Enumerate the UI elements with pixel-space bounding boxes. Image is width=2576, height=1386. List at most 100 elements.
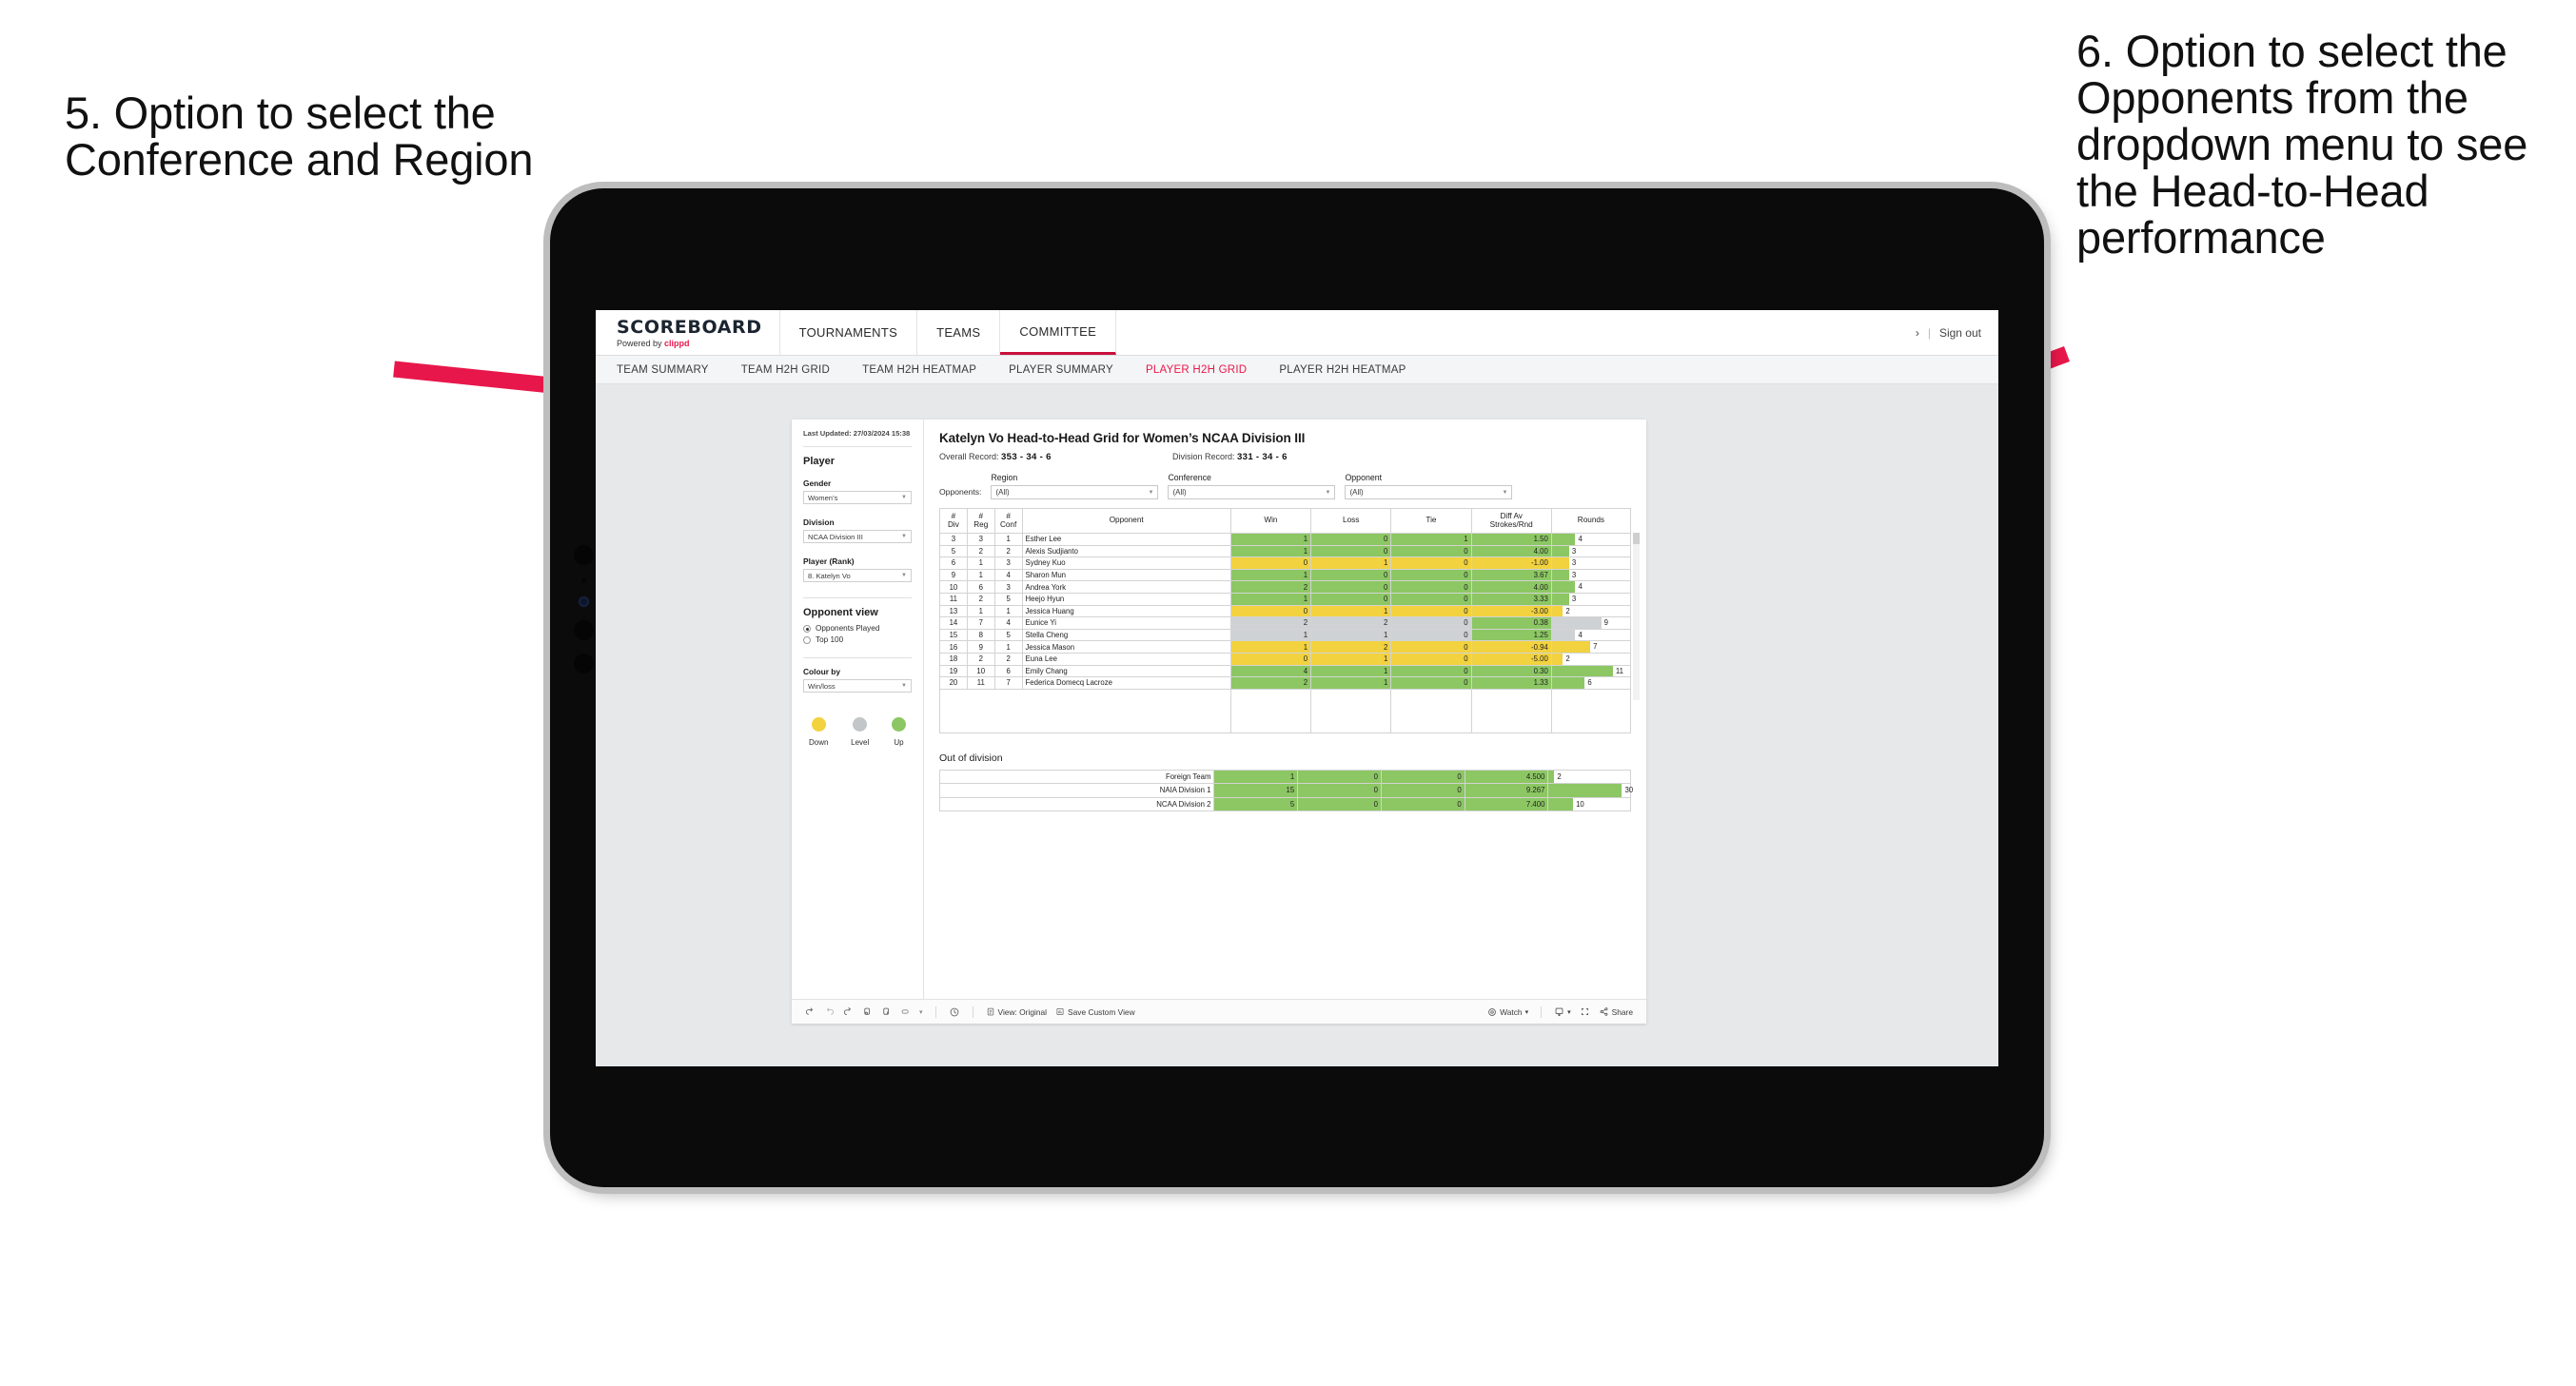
cell-opponent: Emily Chang	[1021, 664, 1231, 678]
alerts-icon[interactable]	[900, 1006, 911, 1017]
chevron-right-icon[interactable]: ›	[1916, 326, 1919, 340]
cell-opponent: Euna Lee	[1021, 652, 1231, 666]
watch-icon	[1488, 1007, 1497, 1016]
table-vertical-scrollbar[interactable]	[1633, 533, 1640, 700]
visualization-card: Last Updated: 27/03/2024 15:38 Player Ge…	[792, 420, 1646, 1024]
table-row[interactable]: 5 2 2 Alexis Sudjianto 1 0 0 4.00 3	[939, 544, 1632, 558]
subnav-item-player-summary[interactable]: PLAYER SUMMARY	[1009, 364, 1113, 376]
table-row[interactable]: 3 3 1 Esther Lee 1 0 1 1.50 4	[939, 533, 1632, 546]
col-loss: Loss	[1310, 508, 1392, 534]
cell-tie: 0	[1390, 604, 1472, 618]
table-row[interactable]: 19 10 6 Emily Chang 4 1 0 0.30 11	[939, 664, 1632, 678]
refresh-icon[interactable]	[862, 1006, 873, 1017]
table-row[interactable]: 20 11 7 Federica Domecq Lacroze 2 1 0 1.33 6	[939, 676, 1632, 690]
table-row[interactable]: 9 1 4 Sharon Mun 1 0 0 3.67 3	[939, 568, 1632, 582]
cell-opponent: Sydney Kuo	[1021, 556, 1231, 570]
table-row[interactable]: 6 1 3 Sydney Kuo 0 1 0 -1.00 3	[939, 556, 1632, 570]
radio-top-100[interactable]: Top 100	[803, 635, 912, 644]
download-button[interactable]: ▾	[1554, 1006, 1571, 1017]
table-row[interactable]: 10 6 3 Andrea York 2 0 0 4.00 4	[939, 580, 1632, 594]
cell-loss: 1	[1310, 556, 1392, 570]
cell-loss: 1	[1310, 652, 1392, 666]
cell-win: 0	[1229, 556, 1312, 570]
view-original-button[interactable]: View: Original	[986, 1006, 1047, 1017]
opponent-filter-select[interactable]: (All) ▼	[1345, 485, 1513, 499]
subnav-item-team-summary[interactable]: TEAM SUMMARY	[617, 364, 709, 376]
cell-rounds: 11	[1550, 664, 1632, 678]
scrollbar-thumb[interactable]	[1633, 533, 1640, 544]
logo-brand-name: clippd	[664, 339, 690, 348]
opponent-filter-group: Opponent (All) ▼	[1345, 473, 1513, 499]
division-select[interactable]: NCAA Division III ▼	[803, 530, 912, 544]
table-row[interactable]: 15 8 5 Stella Cheng 1 1 0 1.25 4	[939, 628, 1632, 642]
subnav-item-team-h2h-grid[interactable]: TEAM H2H GRID	[741, 364, 830, 376]
save-custom-view-button[interactable]: Save Custom View	[1055, 1006, 1135, 1017]
table-row[interactable]: 13 1 1 Jessica Huang 0 1 0 -3.00 2	[939, 604, 1632, 618]
cell-loss: 0	[1310, 533, 1392, 546]
radio-opponents-played[interactable]: Opponents Played	[803, 624, 912, 633]
tablet-screen: SCOREBOARD Powered by clippd TOURNAMENTS…	[596, 310, 1998, 1066]
cell-tie: 0	[1390, 568, 1472, 582]
divider	[803, 597, 912, 599]
player-rank-select-value: 8. Katelyn Vo	[808, 571, 851, 580]
page-title: Katelyn Vo Head-to-Head Grid for Women’s…	[939, 431, 1306, 445]
cell-win: 1	[1229, 533, 1312, 546]
rounds-value: 4	[1578, 582, 1583, 592]
nav-item-tournaments[interactable]: TOURNAMENTS	[780, 310, 918, 355]
cell-win: 1	[1229, 568, 1312, 582]
rounds-bar	[1551, 617, 1602, 629]
conference-filter-select[interactable]: (All) ▼	[1168, 485, 1336, 499]
player-rank-select[interactable]: 8. Katelyn Vo ▼	[803, 569, 912, 583]
col-reg: # Reg	[966, 508, 995, 534]
out-of-division-row[interactable]: Foreign Team 1 0 0 4.500 2	[938, 769, 1631, 785]
gender-select[interactable]: Women’s ▼	[803, 491, 912, 505]
nav-item-committee[interactable]: COMMITTEE	[1000, 310, 1117, 355]
rounds-bar	[1551, 569, 1569, 581]
cell-diff: 3.33	[1470, 592, 1552, 606]
cell-div: 5	[939, 544, 968, 558]
rounds-bar	[1551, 641, 1591, 653]
sign-out-link[interactable]: Sign out	[1939, 326, 1981, 340]
opponent-filters: Opponents: Region (All) ▼ Conference (Al…	[939, 473, 1631, 499]
pause-auto-updates-icon[interactable]	[949, 1006, 960, 1018]
table-row[interactable]: 14 7 4 Eunice Yi 2 2 0 0.38 9	[939, 616, 1632, 630]
cell-rounds: 7	[1550, 640, 1632, 654]
out-of-division-row[interactable]: NCAA Division 2 5 0 0 7.400 10	[938, 796, 1631, 812]
scoreboard-logo[interactable]: SCOREBOARD Powered by clippd	[596, 310, 780, 355]
division-record-value: 331 - 34 - 6	[1237, 452, 1288, 462]
share-button[interactable]: Share	[1599, 1006, 1633, 1017]
cell-opponent: Sharon Mun	[1021, 568, 1231, 582]
subnav-item-team-h2h-heatmap[interactable]: TEAM H2H HEATMAP	[862, 364, 976, 376]
watch-button[interactable]: Watch ▾	[1487, 1007, 1528, 1017]
subnav-item-player-h2h-heatmap[interactable]: PLAYER H2H HEATMAP	[1279, 364, 1406, 376]
cell-tie: 1	[1390, 533, 1472, 546]
colour-by-select[interactable]: Win/loss ▼	[803, 679, 912, 693]
cell-opponent: Eunice Yi	[1021, 616, 1231, 630]
rounds-value: 3	[1571, 594, 1577, 603]
table-row[interactable]: 16 9 1 Jessica Mason 1 2 0 -0.94 7	[939, 640, 1632, 654]
table-row[interactable]: 18 2 2 Euna Lee 0 1 0 -5.00 2	[939, 652, 1632, 666]
cell-opponent: Heejo Hyun	[1021, 592, 1231, 606]
revert-icon[interactable]	[843, 1006, 854, 1017]
cell-opponent: Alexis Sudjianto	[1021, 544, 1231, 558]
redo-icon[interactable]	[824, 1006, 835, 1017]
rounds-bar	[1551, 665, 1613, 677]
table-row[interactable]: 11 2 5 Heejo Hyun 1 0 0 3.33 3	[939, 592, 1632, 606]
cell-diff: -5.00	[1470, 652, 1552, 666]
out-of-division-row[interactable]: NAIA Division 1 15 0 0 9.267 30	[938, 783, 1633, 798]
cell-win: 0	[1229, 652, 1312, 666]
col-tie: Tie	[1390, 508, 1472, 534]
opponents-filter-label: Opponents:	[939, 487, 982, 497]
cell-rounds: 3	[1550, 592, 1632, 606]
pause-icon[interactable]	[881, 1006, 892, 1017]
cell-opponent: Jessica Huang	[1021, 604, 1231, 618]
subnav-item-player-h2h-grid[interactable]: PLAYER H2H GRID	[1146, 364, 1247, 376]
region-filter-select[interactable]: (All) ▼	[991, 485, 1159, 499]
ood-cell-name: NAIA Division 1	[938, 783, 1215, 798]
fullscreen-icon[interactable]	[1580, 1006, 1590, 1017]
undo-icon[interactable]	[805, 1006, 816, 1017]
overall-record-value: 353 - 34 - 6	[1001, 452, 1052, 462]
alerts-caret-icon[interactable]: ▾	[919, 1008, 923, 1016]
nav-item-teams[interactable]: TEAMS	[917, 310, 1001, 355]
col-win: Win	[1229, 508, 1312, 534]
